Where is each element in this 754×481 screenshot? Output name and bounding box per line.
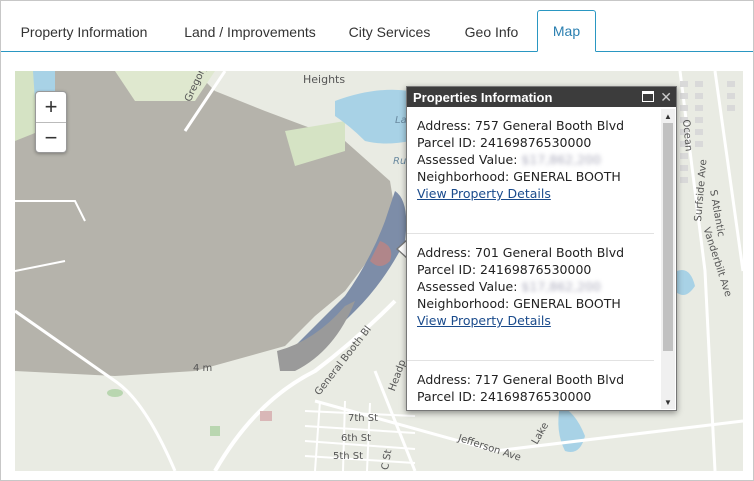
property-record: Address: 701 General Booth Blvd Parcel I… bbox=[407, 234, 654, 361]
map-label-5th: 5th St bbox=[333, 451, 364, 462]
tab-geo-info[interactable]: Geo Info bbox=[446, 11, 537, 52]
record-parcel-id: Parcel ID: 24169876530000 bbox=[417, 262, 592, 277]
record-neighborhood: Neighborhood: GENERAL BOOTH bbox=[417, 169, 621, 184]
record-address: Address: 717 General Booth Blvd bbox=[417, 372, 625, 387]
properties-popup: Properties Information ✕ Address: 757 Ge… bbox=[406, 86, 677, 411]
property-record: Address: 717 General Booth Blvd Parcel I… bbox=[407, 361, 654, 410]
pond bbox=[675, 270, 695, 295]
view-property-details-link[interactable]: View Property Details bbox=[417, 312, 654, 329]
map-label-elevation: 4 m bbox=[193, 363, 213, 374]
tab-bar: Property Information Land / Improvements… bbox=[1, 1, 753, 52]
scroll-up-icon[interactable]: ▲ bbox=[661, 109, 675, 123]
tab-property-information[interactable]: Property Information bbox=[1, 11, 167, 52]
zoom-out-button[interactable]: − bbox=[36, 122, 66, 152]
view-property-details-link[interactable]: View Property Details bbox=[417, 185, 654, 202]
record-parcel-id: Parcel ID: 24169876530000 bbox=[417, 389, 592, 404]
tab-land-improvements[interactable]: Land / Improvements bbox=[167, 11, 333, 52]
tab-city-services[interactable]: City Services bbox=[333, 11, 446, 52]
pond bbox=[558, 406, 585, 452]
close-icon[interactable]: ✕ bbox=[660, 89, 672, 105]
property-viewer: Property Information Land / Improvements… bbox=[0, 0, 754, 481]
map-label-lake: Ru bbox=[393, 156, 407, 167]
record-assessed-value: Assessed Value: $17,862,200 bbox=[417, 279, 601, 294]
maximize-icon[interactable] bbox=[642, 91, 655, 102]
map-label-7th: 7th St bbox=[348, 413, 379, 424]
property-record: Address: 757 General Booth Blvd Parcel I… bbox=[407, 107, 654, 234]
popup-title: Properties Information bbox=[413, 89, 553, 105]
record-assessed-value: Assessed Value: $17,862,200 bbox=[417, 152, 601, 167]
popup-scrollbar[interactable]: ▲ ▼ bbox=[661, 109, 675, 409]
scroll-down-icon[interactable]: ▼ bbox=[661, 395, 675, 409]
popup-content[interactable]: Address: 757 General Booth Blvd Parcel I… bbox=[407, 107, 662, 410]
zoom-control: + − bbox=[35, 91, 67, 153]
map-label-lake: La bbox=[395, 115, 407, 126]
map-label-6th: 6th St bbox=[341, 433, 372, 444]
record-address: Address: 757 General Booth Blvd bbox=[417, 118, 625, 133]
record-address: Address: 701 General Booth Blvd bbox=[417, 245, 625, 260]
record-parcel-id: Parcel ID: 24169876530000 bbox=[417, 135, 592, 150]
popup-header: Properties Information ✕ bbox=[407, 87, 676, 107]
zoom-in-button[interactable]: + bbox=[36, 92, 66, 122]
scrollbar-thumb[interactable] bbox=[663, 123, 673, 351]
map-label-area: Heights bbox=[303, 73, 346, 86]
tab-map[interactable]: Map bbox=[537, 10, 596, 52]
record-neighborhood: Neighborhood: GENERAL BOOTH bbox=[417, 296, 621, 311]
